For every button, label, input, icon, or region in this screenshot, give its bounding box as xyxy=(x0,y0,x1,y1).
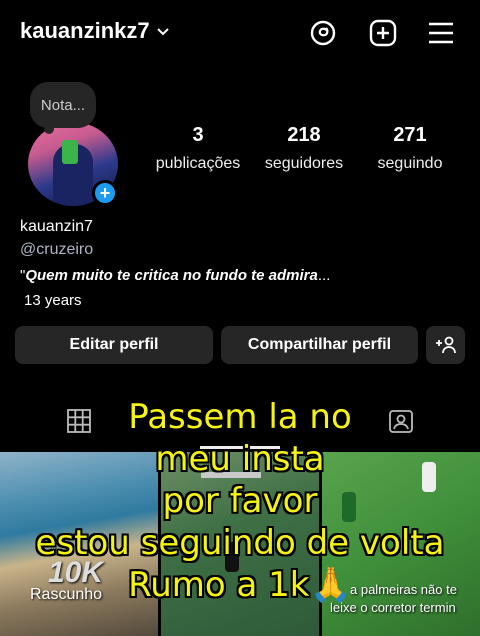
stat-posts[interactable]: 3 publicações xyxy=(146,124,250,173)
promo-overlay-text: Passem la no meu insta por favor estou s… xyxy=(0,396,480,606)
note-bubble[interactable]: Nota... xyxy=(30,82,96,128)
bio-age: 13 years xyxy=(24,292,82,309)
avatar-phone xyxy=(62,140,78,164)
pray-emoji-icon: 🙏 xyxy=(309,565,352,605)
discover-people-button[interactable] xyxy=(426,326,465,364)
username: kauanzinkz7 xyxy=(20,18,150,43)
add-person-icon xyxy=(435,336,456,354)
chevron-down-icon xyxy=(156,24,170,40)
overlay-line-4: estou seguindo de volta xyxy=(35,523,445,563)
share-profile-button[interactable]: Compartilhar perfil xyxy=(221,326,418,364)
stat-following-label: seguindo xyxy=(377,155,443,172)
bio-body: Quem muito te critica no fundo te admira xyxy=(25,267,318,284)
stat-posts-value: 3 xyxy=(192,124,204,146)
stat-following[interactable]: 271 seguindo xyxy=(362,124,458,173)
create-post-icon[interactable] xyxy=(366,16,400,50)
stat-followers-value: 218 xyxy=(287,124,321,146)
menu-icon[interactable] xyxy=(424,16,458,50)
username-switcher[interactable]: kauanzinkz7 xyxy=(20,18,170,44)
stat-following-value: 271 xyxy=(393,124,427,146)
overlay-line-1: Passem la no xyxy=(128,397,352,437)
display-name: kauanzin7 xyxy=(20,218,93,235)
stat-followers-label: seguidores xyxy=(264,155,344,172)
bio-text: "Quem muito te critica no fundo te admir… xyxy=(20,267,330,284)
overlay-line-5: Rumo a 1k xyxy=(128,565,310,605)
threads-handle-link[interactable]: @cruzeiro xyxy=(20,241,93,259)
add-story-icon[interactable]: + xyxy=(92,180,118,206)
bio-more[interactable]: ... xyxy=(318,267,331,284)
overlay-line-2: meu insta xyxy=(155,439,325,479)
stat-posts-label: publicações xyxy=(155,155,241,172)
overlay-line-5-wrap: Rumo a 1k🙏 xyxy=(0,564,480,606)
stat-followers[interactable]: 218 seguidores xyxy=(256,124,352,173)
overlay-line-3: por favor xyxy=(162,481,318,521)
edit-profile-button[interactable]: Editar perfil xyxy=(15,326,213,364)
threads-icon[interactable] xyxy=(306,16,340,50)
